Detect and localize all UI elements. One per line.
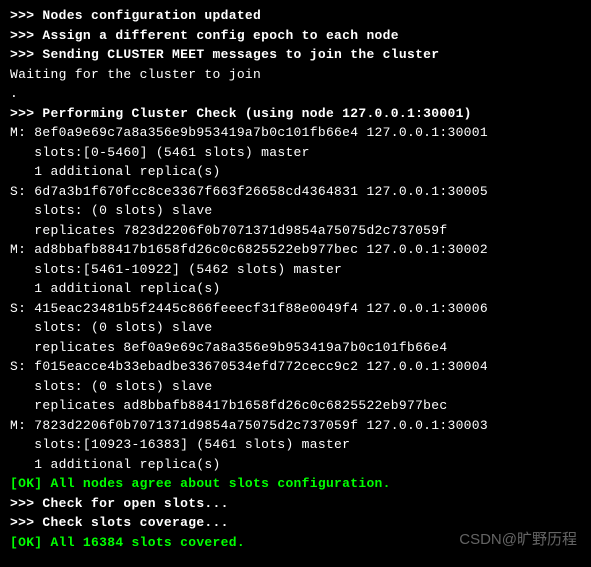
node-line: replicates ad8bbafb88417b1658fd26c0c6825… <box>10 396 581 416</box>
node-line: S: 6d7a3b1f670fcc8ce3367f663f26658cd4364… <box>10 182 581 202</box>
node-line: 1 additional replica(s) <box>10 279 581 299</box>
node-line: 1 additional replica(s) <box>10 162 581 182</box>
node-line: S: 415eac23481b5f2445c866feeecf31f88e004… <box>10 299 581 319</box>
terminal-output: >>> Nodes configuration updated >>> Assi… <box>10 6 581 552</box>
output-line: . <box>10 84 581 104</box>
node-line: slots:[5461-10922] (5462 slots) master <box>10 260 581 280</box>
node-line: slots: (0 slots) slave <box>10 201 581 221</box>
output-line: >>> Assign a different config epoch to e… <box>10 26 581 46</box>
node-line: M: 7823d2206f0b7071371d9854a75075d2c7370… <box>10 416 581 436</box>
output-line: >>> Nodes configuration updated <box>10 6 581 26</box>
output-line: >>> Sending CLUSTER MEET messages to joi… <box>10 45 581 65</box>
node-line: S: f015eacce4b33ebadbe33670534efd772cecc… <box>10 357 581 377</box>
node-line: slots: (0 slots) slave <box>10 318 581 338</box>
output-line: >>> Performing Cluster Check (using node… <box>10 104 581 124</box>
node-line: slots: (0 slots) slave <box>10 377 581 397</box>
ok-line: [OK] All nodes agree about slots configu… <box>10 474 581 494</box>
node-line: M: ad8bbafb88417b1658fd26c0c6825522eb977… <box>10 240 581 260</box>
node-line: slots:[10923-16383] (5461 slots) master <box>10 435 581 455</box>
watermark: CSDN@旷野历程 <box>459 529 577 552</box>
output-line: Waiting for the cluster to join <box>10 65 581 85</box>
node-line: replicates 7823d2206f0b7071371d9854a7507… <box>10 221 581 241</box>
node-line: 1 additional replica(s) <box>10 455 581 475</box>
node-line: replicates 8ef0a9e69c7a8a356e9b953419a7b… <box>10 338 581 358</box>
node-line: M: 8ef0a9e69c7a8a356e9b953419a7b0c101fb6… <box>10 123 581 143</box>
node-line: slots:[0-5460] (5461 slots) master <box>10 143 581 163</box>
output-line: >>> Check for open slots... <box>10 494 581 514</box>
